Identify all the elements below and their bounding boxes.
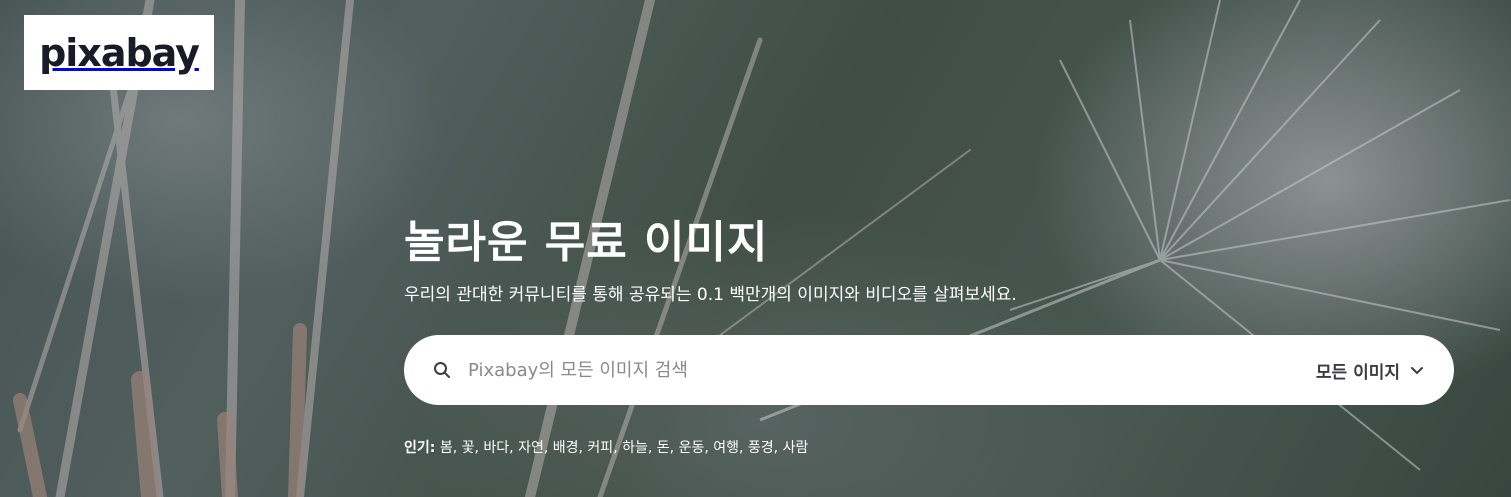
tag-separator: , xyxy=(773,440,783,456)
popular-tag-link[interactable]: 여행 xyxy=(713,440,739,456)
tag-separator: , xyxy=(543,440,553,456)
tag-separator: , xyxy=(669,440,679,456)
hero-banner: pixabay 놀라운 무료 이미지 우리의 관대한 커뮤니티를 통해 공유되는… xyxy=(0,0,1511,497)
popular-tag-link[interactable]: 사람 xyxy=(783,440,809,456)
logo-text: pixabay xyxy=(39,30,200,75)
popular-tag-list: 봄, 꽃, 바다, 자연, 배경, 커피, 하늘, 돈, 운동, 여행, 풍경,… xyxy=(440,440,809,456)
page-subtitle: 우리의 관대한 커뮤니티를 통해 공유되는 0.1 백만개의 이미지와 비디오를… xyxy=(404,285,1017,305)
popular-tag-link[interactable]: 자연 xyxy=(518,440,544,456)
tag-separator: , xyxy=(647,440,657,456)
pixabay-logo[interactable]: pixabay xyxy=(24,15,214,90)
tag-separator: , xyxy=(739,440,748,456)
tag-separator: , xyxy=(613,440,623,456)
chevron-down-icon xyxy=(1410,361,1424,380)
image-type-label: 모든 이미지 xyxy=(1315,362,1400,383)
tag-separator: , xyxy=(452,440,462,456)
popular-tag-link[interactable]: 풍경 xyxy=(748,440,774,456)
popular-tag-link[interactable]: 하늘 xyxy=(622,440,648,456)
search-icon[interactable] xyxy=(432,360,452,380)
search-input[interactable] xyxy=(466,358,1316,382)
image-type-dropdown[interactable]: 모든 이미지 xyxy=(1316,358,1424,383)
search-bar: 모든 이미지 xyxy=(404,335,1454,405)
popular-searches: 인기: 봄, 꽃, 바다, 자연, 배경, 커피, 하늘, 돈, 운동, 여행,… xyxy=(404,437,808,457)
tag-separator: , xyxy=(704,440,714,456)
popular-tag-link[interactable]: 돈 xyxy=(657,440,670,456)
popular-tag-link[interactable]: 운동 xyxy=(679,440,705,456)
popular-label: 인기: xyxy=(404,440,436,456)
popular-tag-link[interactable]: 봄 xyxy=(440,440,453,456)
page-title: 놀라운 무료 이미지 xyxy=(404,217,769,268)
popular-tag-link[interactable]: 커피 xyxy=(587,440,613,456)
popular-tag-link[interactable]: 꽃 xyxy=(462,440,475,456)
popular-tag-link[interactable]: 배경 xyxy=(553,440,579,456)
popular-tag-link[interactable]: 바다 xyxy=(483,440,509,456)
tag-separator: , xyxy=(509,440,519,456)
